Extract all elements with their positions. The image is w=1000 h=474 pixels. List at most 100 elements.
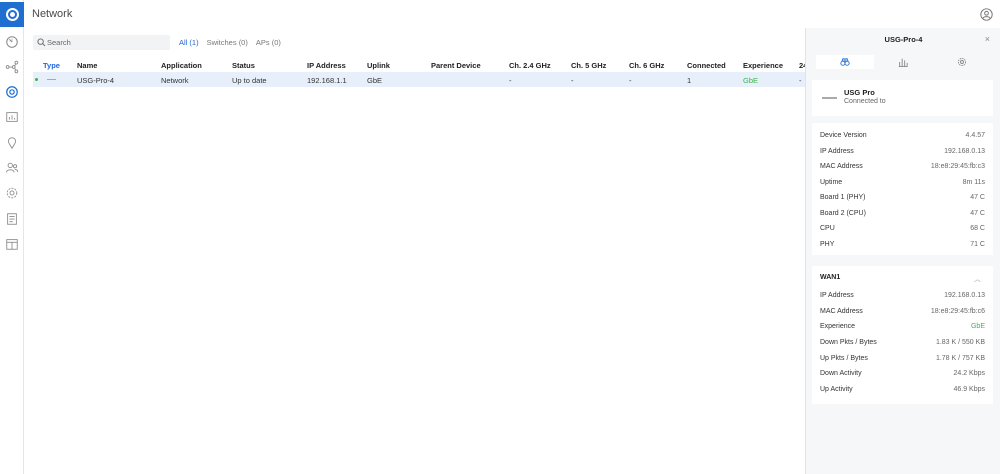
cell-connected: 1 (687, 76, 692, 85)
table-row[interactable]: USG-Pro-4 Network Up to date 192.168.1.1… (33, 72, 808, 87)
info-value: 47 C (970, 210, 985, 217)
search-input[interactable] (47, 35, 165, 50)
wan-row: Up Activity 46.9 Kbps (820, 386, 985, 396)
wan-label: Up Activity (820, 386, 853, 393)
clients-icon[interactable] (4, 160, 20, 176)
info-row: MAC Address 18:e8:29:45:fb:c3 (820, 163, 985, 173)
wan1-card: WAN1 ︿ IP Address 192.168.0.13 MAC Addres… (812, 266, 993, 404)
search-box (33, 35, 170, 50)
logo-icon[interactable] (0, 2, 24, 27)
gear-icon (957, 57, 966, 67)
info-label: IP Address (820, 148, 854, 155)
cell-status: Up to date (232, 76, 267, 85)
column-header-application[interactable]: Application (161, 61, 202, 70)
wan-label: Down Activity (820, 370, 862, 377)
wan-title: WAN1 (820, 274, 841, 281)
cell-ip-address: 192.168.1.1 (307, 76, 347, 85)
devices-table: Type Name Application Status IP Address … (33, 57, 808, 87)
column-header-name[interactable]: Name (77, 61, 97, 70)
device-info-card: Device Version 4.4.57 IP Address 192.168.0… (812, 123, 993, 255)
wan-value: 1.83 K / 550 KB (935, 339, 985, 346)
table-header: Type Name Application Status IP Address … (33, 57, 808, 72)
search-icon (37, 38, 46, 47)
info-row: IP Address 192.168.0.13 (820, 148, 985, 158)
column-header-ch-5[interactable]: Ch. 5 GHz (571, 61, 606, 70)
cell-experience: GbE (743, 76, 759, 85)
device-connection: Connected to (844, 98, 886, 105)
wan-label: IP Address (820, 292, 854, 299)
wan-value: 46.9 Kbps (953, 386, 985, 393)
column-header-parent-device[interactable]: Parent Device (431, 61, 481, 70)
column-header-ch-24[interactable]: Ch. 2.4 GHz (509, 61, 551, 70)
filter-aps[interactable]: APs (0) (256, 38, 281, 47)
wan-value: GbE (970, 323, 985, 330)
filter-all[interactable]: All (1) (179, 38, 199, 47)
info-label: MAC Address (820, 163, 863, 170)
info-label: CPU (820, 225, 835, 232)
sidebar (0, 0, 24, 474)
wan-value: 1.78 K / 757 KB (935, 355, 985, 362)
column-header-uplink[interactable]: Uplink (367, 61, 390, 70)
wan-value: 24.2 Kbps (953, 370, 985, 377)
cell-ch-6: - (629, 76, 632, 85)
dashboard-icon[interactable] (4, 34, 20, 50)
page-title: Network (32, 8, 73, 20)
tab-settings[interactable] (933, 55, 991, 69)
column-header-ch-6[interactable]: Ch. 6 GHz (629, 61, 664, 70)
devices-icon[interactable] (4, 84, 20, 100)
cell-application: Network (161, 76, 189, 85)
wan-label: Down Pkts / Bytes (820, 339, 877, 346)
info-label: Device Version (820, 132, 867, 139)
wan-row: Down Activity 24.2 Kbps (820, 370, 985, 380)
info-label: Uptime (820, 179, 843, 186)
info-label: Board 1 (PHY) (820, 194, 866, 201)
filter-switches[interactable]: Switches (0) (207, 38, 248, 47)
info-value: 8m 11s (962, 179, 985, 186)
info-value: 71 C (970, 241, 985, 248)
column-header-experience[interactable]: Experience (743, 61, 783, 70)
device-filter-tabs: All (1) Switches (0) APs (0) (179, 38, 281, 47)
wan-row: Up Pkts / Bytes 1.78 K / 757 KB (820, 355, 985, 365)
column-header-type[interactable]: Type (43, 61, 60, 70)
panel-title: USG-Pro-4 (884, 35, 923, 44)
binoculars-icon (840, 58, 850, 66)
wan-label: Experience (820, 323, 856, 330)
top-bar: Network (24, 0, 1000, 30)
info-label: Board 2 (CPU) (820, 210, 866, 217)
device-model: USG Pro (844, 88, 875, 97)
wan-label: Up Pkts / Bytes (820, 355, 868, 362)
info-row: Board 2 (CPU) 47 C (820, 210, 985, 220)
wan-row: Down Pkts / Bytes 1.83 K / 550 KB (820, 339, 985, 349)
wan-row: Experience GbE (820, 323, 985, 333)
statistics-icon[interactable] (4, 109, 20, 125)
info-value: 18:e8:29:45:fb:c3 (930, 163, 985, 170)
info-label: PHY (820, 241, 835, 248)
tab-overview[interactable] (816, 55, 875, 69)
settings-icon[interactable] (4, 185, 20, 201)
info-row: Board 1 (PHY) 47 C (820, 194, 985, 204)
cell-uplink: GbE (367, 76, 383, 85)
column-header-ip-address[interactable]: IP Address (307, 61, 346, 70)
gateway-device-icon (822, 97, 837, 99)
info-value: 192.168.0.13 (944, 148, 985, 155)
logs-icon[interactable] (4, 211, 20, 227)
tab-statistics[interactable] (874, 55, 932, 69)
info-row: Uptime 8m 11s (820, 179, 985, 189)
panel-tabs (816, 55, 991, 69)
user-account-icon[interactable] (980, 8, 993, 21)
map-icon[interactable] (4, 135, 20, 151)
info-value: 68 C (970, 225, 985, 232)
column-header-status[interactable]: Status (232, 61, 255, 70)
wan-value: 192.168.0.13 (944, 292, 985, 299)
chevron-up-icon[interactable]: ︿ (974, 274, 981, 284)
topology-icon[interactable] (4, 59, 20, 75)
wan-value: 18:e8:29:45:fb:c6 (930, 308, 985, 315)
info-row: PHY 71 C (820, 241, 985, 251)
info-row: CPU 68 C (820, 225, 985, 235)
wan-row: IP Address 192.168.0.13 (820, 292, 985, 302)
column-header-connected[interactable]: Connected (687, 61, 726, 70)
info-row: Device Version 4.4.57 (820, 132, 985, 142)
close-icon[interactable]: × (985, 34, 990, 44)
wan-label: MAC Address (820, 308, 863, 315)
inventory-icon[interactable] (4, 236, 20, 252)
